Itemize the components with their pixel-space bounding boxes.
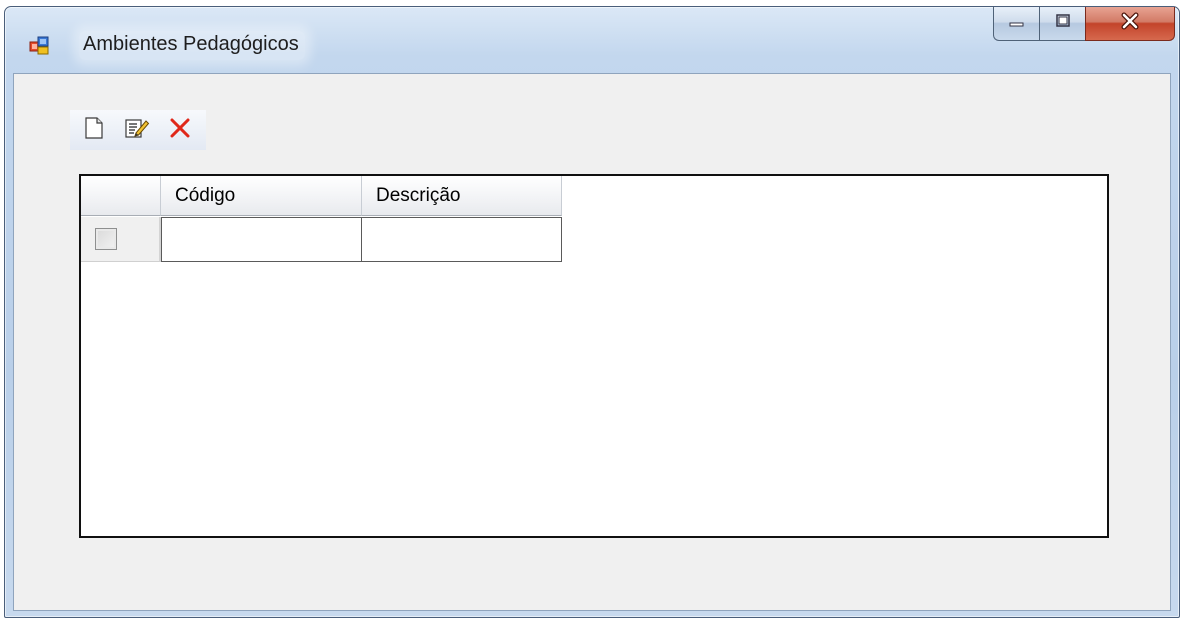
new-button[interactable] (76, 114, 111, 146)
delete-button[interactable] (163, 114, 198, 146)
application-window: Ambientes Pedagógicos Código Descrição (4, 6, 1180, 618)
edit-document-icon (124, 116, 150, 145)
column-header-codigo[interactable]: Código (161, 176, 362, 216)
maximize-icon (1054, 13, 1072, 34)
data-grid[interactable]: Código Descrição (79, 174, 1109, 538)
minimize-icon (1008, 15, 1026, 33)
cell-descricao[interactable] (362, 217, 562, 262)
column-header-descricao[interactable]: Descrição (362, 176, 562, 216)
app-form-icon[interactable] (29, 35, 49, 55)
grid-corner-header[interactable] (81, 176, 161, 216)
window-title: Ambientes Pedagógicos (79, 31, 305, 60)
minimize-button[interactable] (993, 7, 1039, 41)
cell-codigo[interactable] (161, 217, 362, 262)
close-icon (1120, 12, 1140, 35)
delete-x-icon (168, 116, 192, 145)
caption-buttons (993, 7, 1175, 41)
close-button[interactable] (1085, 7, 1175, 41)
table-row[interactable] (81, 217, 562, 262)
toolbar (70, 110, 206, 150)
maximize-button[interactable] (1039, 7, 1085, 41)
edit-button[interactable] (119, 114, 154, 146)
new-document-icon (83, 116, 105, 145)
row-checkbox[interactable] (95, 228, 117, 250)
form-client-area: Código Descrição (13, 73, 1171, 611)
grid-header-row: Código Descrição (81, 176, 562, 216)
row-header[interactable] (81, 217, 161, 262)
title-bar[interactable]: Ambientes Pedagógicos (5, 7, 1179, 73)
